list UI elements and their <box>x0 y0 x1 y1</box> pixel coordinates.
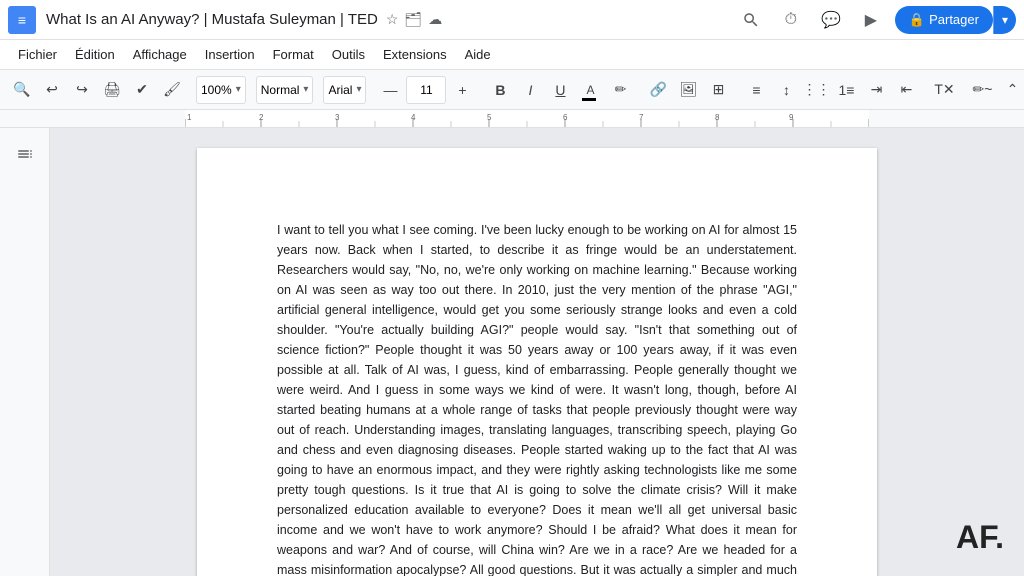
zoom-arrow: ▾ <box>236 84 241 95</box>
svg-text:3: 3 <box>335 113 340 122</box>
page-content[interactable]: I want to tell you what I see coming. I'… <box>277 220 797 576</box>
collapse-toolbar-btn[interactable]: ⌃ <box>998 76 1024 104</box>
style-arrow: ▾ <box>303 84 308 95</box>
main-content-area: I want to tell you what I see coming. I'… <box>0 128 1024 576</box>
present-icon[interactable]: ▶ <box>855 4 887 36</box>
menu-format[interactable]: Format <box>265 44 322 65</box>
spellcheck-btn[interactable]: ✔ <box>128 76 156 104</box>
menu-extensions[interactable]: Extensions <box>375 44 455 65</box>
clear-format-btn[interactable]: T✕ <box>930 76 958 104</box>
menu-outils[interactable]: Outils <box>324 44 373 65</box>
svg-text:8: 8 <box>715 113 720 122</box>
share-dropdown-button[interactable]: ▾ <box>993 6 1016 34</box>
indent-less-btn[interactable]: ⇤ <box>892 76 920 104</box>
highlight-btn[interactable]: ✏ <box>606 76 634 104</box>
indent-more-btn[interactable]: ⇥ <box>862 76 890 104</box>
svg-text:9: 9 <box>789 113 794 122</box>
underline-btn[interactable]: U <box>546 76 574 104</box>
share-button[interactable]: 🔒 Partager <box>895 6 993 34</box>
watermark-af: AF. <box>956 519 1004 556</box>
outline-btn[interactable] <box>9 138 41 170</box>
svg-text:7: 7 <box>639 113 644 122</box>
document-area: I want to tell you what I see coming. I'… <box>50 128 1024 576</box>
font-size-increase-btn[interactable]: + <box>448 76 476 104</box>
menu-edition[interactable]: Édition <box>67 44 123 65</box>
title-bar: ≡ What Is an AI Anyway? | Mustafa Suleym… <box>0 0 1024 40</box>
search-people-icon[interactable] <box>735 4 767 36</box>
print-btn[interactable]: 🖨 <box>98 76 126 104</box>
more-btn[interactable]: ⊞ <box>704 76 732 104</box>
menu-insertion[interactable]: Insertion <box>197 44 263 65</box>
font-family-value: Arial <box>328 83 352 97</box>
zoom-select[interactable]: 100% ▾ <box>196 76 246 104</box>
align-left-btn[interactable]: ≡ <box>742 76 770 104</box>
bold-btn[interactable]: B <box>486 76 514 104</box>
paint-format-btn[interactable]: 🖌 <box>158 76 186 104</box>
more-tools-btn[interactable]: ✏~ <box>968 76 996 104</box>
star-icon[interactable]: ☆ <box>386 11 399 28</box>
line-spacing-btn[interactable]: ↕ <box>772 76 800 104</box>
svg-text:4: 4 <box>411 113 416 122</box>
zoom-value: 100% <box>201 83 232 97</box>
text-color-btn[interactable]: A <box>576 76 604 104</box>
menu-affichage[interactable]: Affichage <box>125 44 195 65</box>
title-action-icons: ☆ 🗂 ☁ <box>386 11 442 28</box>
redo-btn[interactable]: ↪ <box>68 76 96 104</box>
svg-text:1: 1 <box>187 113 192 122</box>
style-select[interactable]: Normal ▾ <box>256 76 314 104</box>
lock-icon: 🔒 <box>909 12 925 28</box>
search-toolbar-btn[interactable]: 🔍 <box>8 76 36 104</box>
italic-btn[interactable]: I <box>516 76 544 104</box>
font-family-arrow: ▾ <box>356 84 361 95</box>
share-group: 🔒 Partager ▾ <box>895 6 1016 34</box>
svg-text:6: 6 <box>563 113 568 122</box>
share-label: Partager <box>929 12 979 27</box>
left-sidebar <box>0 128 50 576</box>
ruler: 1 2 3 4 5 6 7 8 9 <box>0 110 1024 128</box>
format-list-btn[interactable]: ⋮⋮ <box>802 76 830 104</box>
toolbar: 🔍 ↩ ↪ 🖨 ✔ 🖌 100% ▾ Normal ▾ Arial ▾ — + … <box>0 70 1024 110</box>
link-btn[interactable]: 🔗 <box>644 76 672 104</box>
folder-icon[interactable]: 🗂 <box>404 11 422 28</box>
style-value: Normal <box>261 83 300 97</box>
comments-icon[interactable]: 💬 <box>815 4 847 36</box>
menu-aide[interactable]: Aide <box>457 44 499 65</box>
menu-fichier[interactable]: Fichier <box>10 44 65 65</box>
font-size-decrease-btn[interactable]: — <box>376 76 404 104</box>
history-icon[interactable]: ⏱ <box>775 4 807 36</box>
svg-text:5: 5 <box>487 113 492 122</box>
google-docs-icon: ≡ <box>8 6 36 34</box>
cloud-icon[interactable]: ☁ <box>428 11 442 28</box>
undo-btn[interactable]: ↩ <box>38 76 66 104</box>
right-actions: ⏱ 💬 ▶ 🔒 Partager ▾ <box>735 4 1016 36</box>
font-size-input[interactable] <box>406 76 446 104</box>
svg-text:2: 2 <box>259 113 264 122</box>
document-page[interactable]: I want to tell you what I see coming. I'… <box>197 148 877 576</box>
font-family-select[interactable]: Arial ▾ <box>323 76 366 104</box>
menu-bar: Fichier Édition Affichage Insertion Form… <box>0 40 1024 70</box>
document-title: What Is an AI Anyway? | Mustafa Suleyman… <box>46 11 378 28</box>
image-btn[interactable]: 🖼 <box>674 76 702 104</box>
ordered-list-btn[interactable]: 1≡ <box>832 76 860 104</box>
